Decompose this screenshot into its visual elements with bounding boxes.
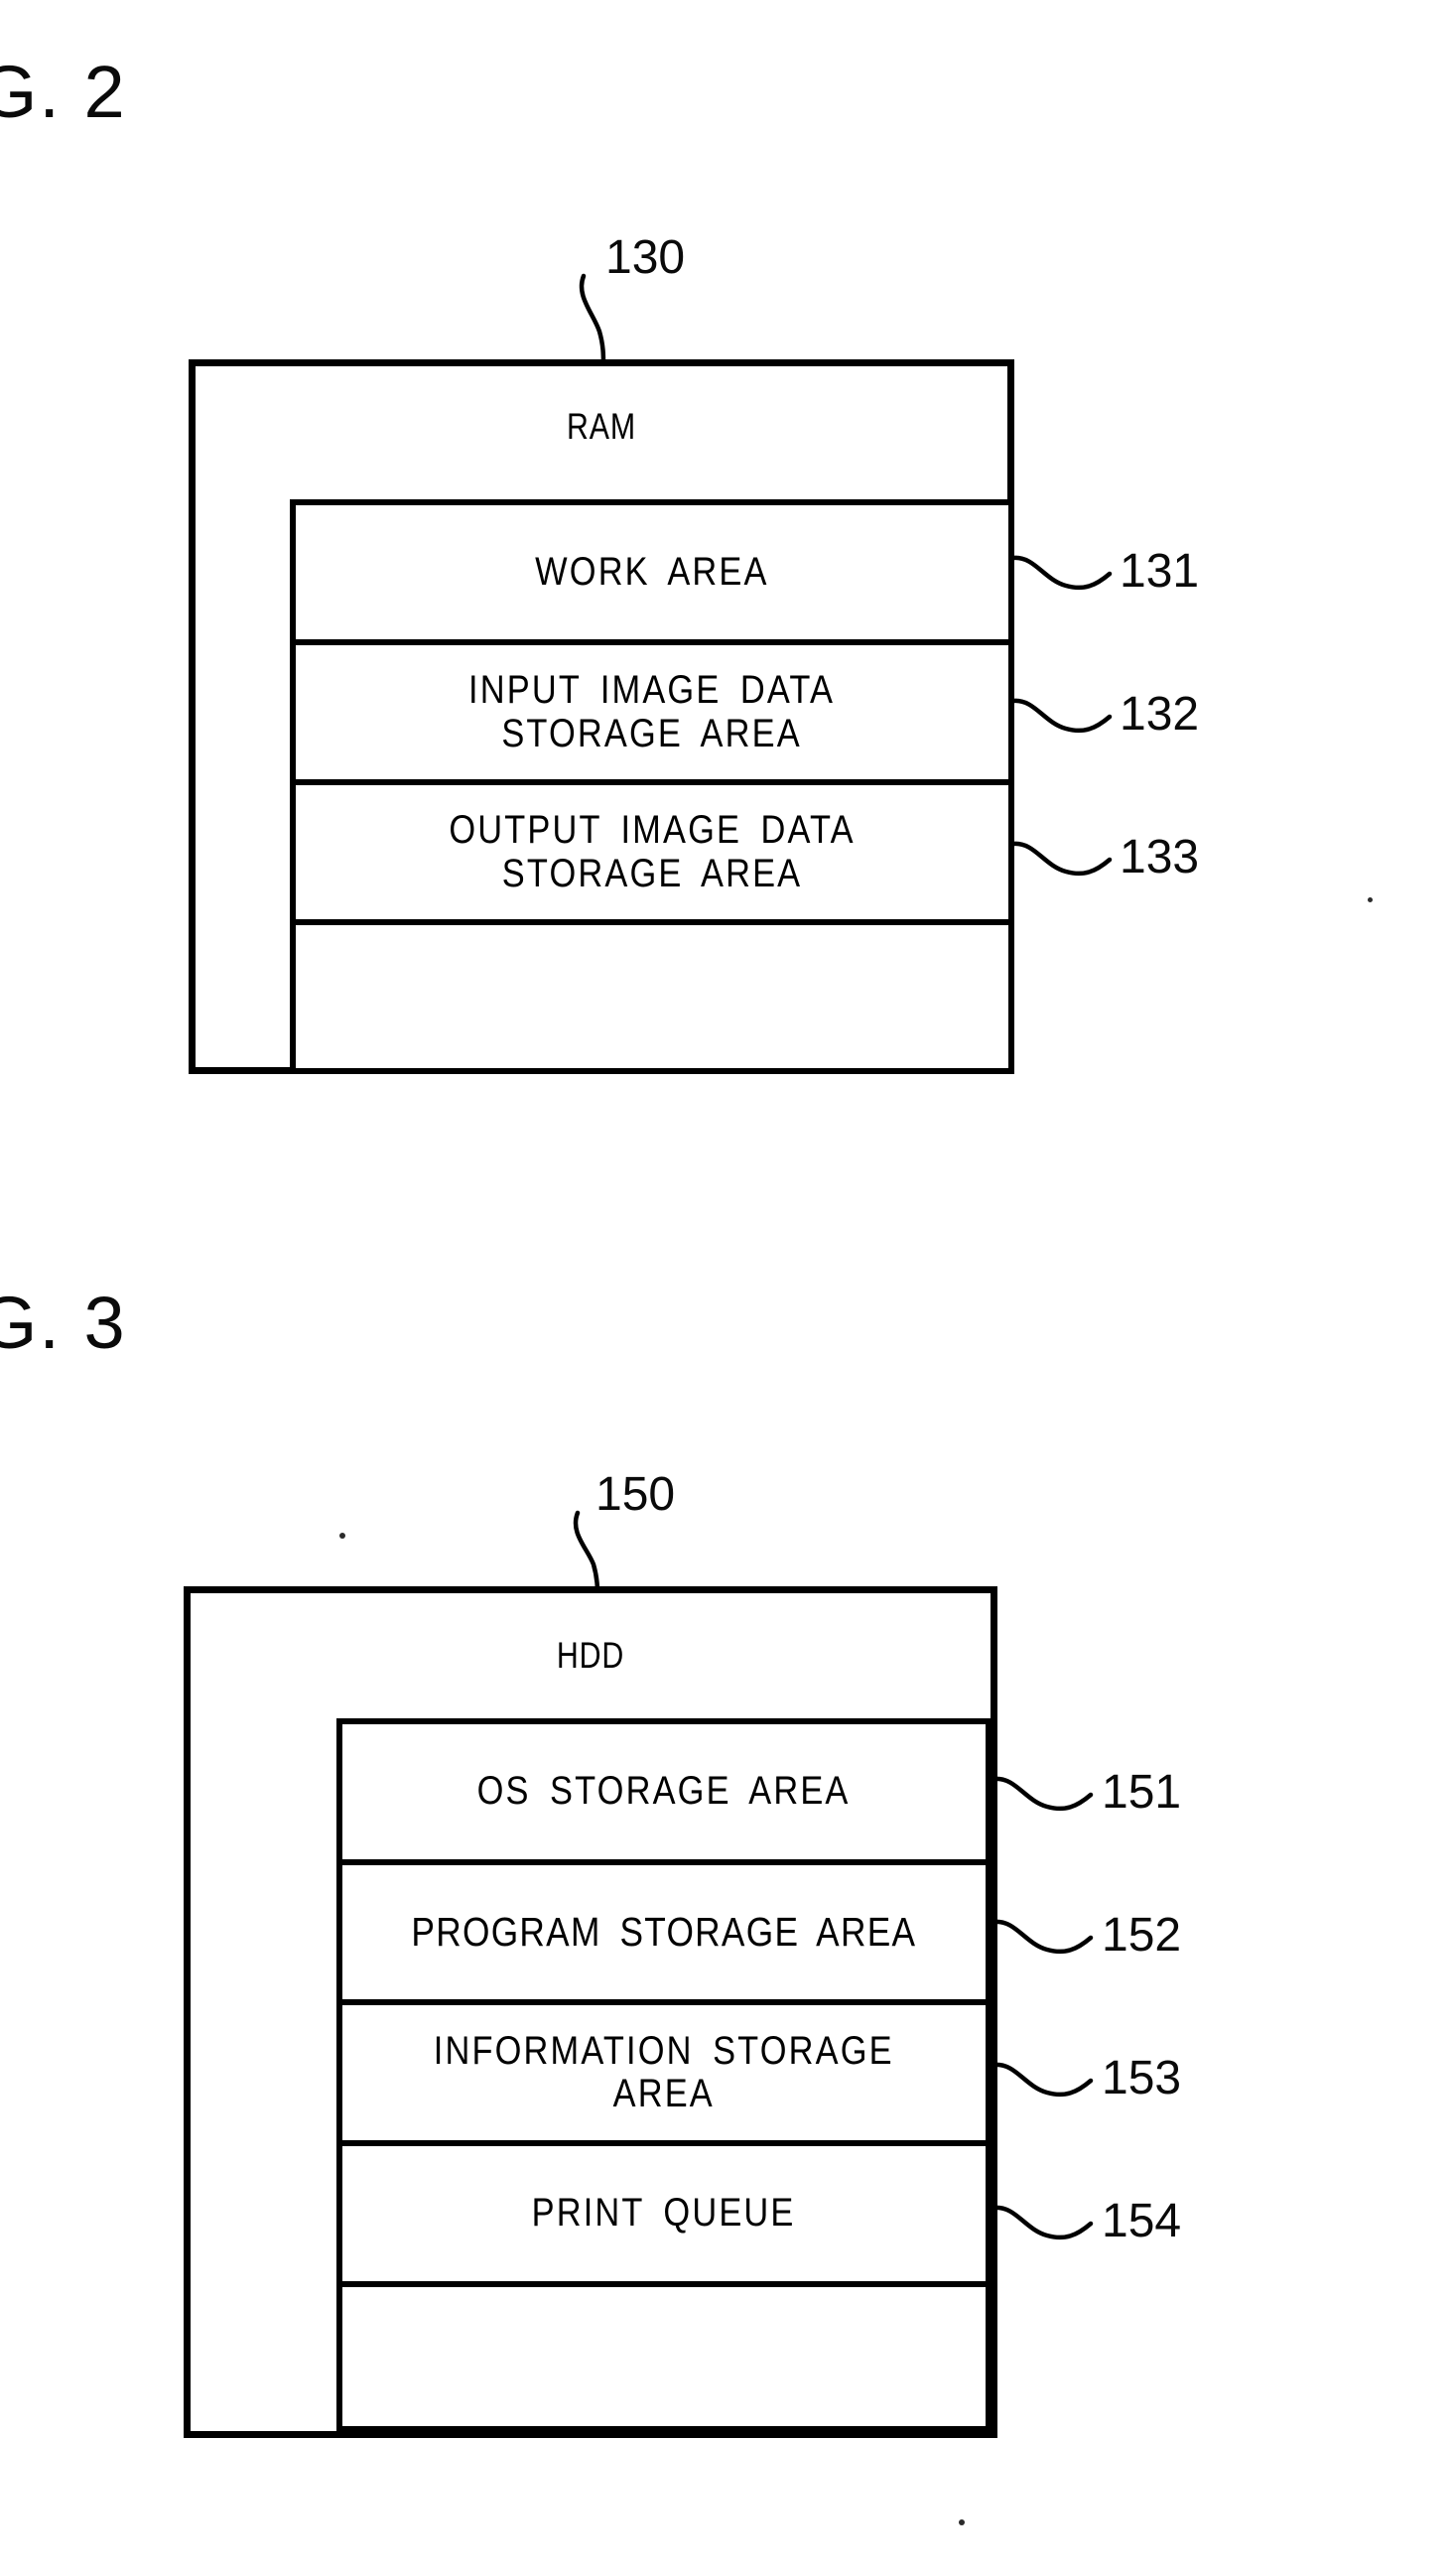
- leader-line-151: [991, 1776, 1094, 1812]
- hdd-partition-box: OS STORAGE AREA PROGRAM STORAGE AREA INF…: [336, 1718, 991, 2432]
- ram-row-empty: [296, 925, 1008, 1068]
- hdd-label: HDD: [556, 1635, 625, 1676]
- hdd-row-print-queue-label: PRINT QUEUE: [532, 2191, 796, 2236]
- hdd-row-program-storage-label: PROGRAM STORAGE AREA: [411, 1909, 917, 1956]
- scan-speck: [339, 1533, 345, 1539]
- leader-line-132: [1010, 698, 1113, 734]
- reference-numeral-152: 152: [1102, 1909, 1182, 1962]
- ram-row-work-area: WORK AREA: [296, 505, 1008, 646]
- hdd-row-information-storage-label: INFORMATION STORAGE AREA: [434, 2028, 894, 2116]
- reference-numeral-153: 153: [1102, 2052, 1182, 2104]
- hdd-row-empty: [342, 2286, 986, 2427]
- reference-numeral-133: 133: [1120, 831, 1200, 883]
- ram-row-input-image-data: INPUT IMAGE DATA STORAGE AREA: [296, 645, 1008, 786]
- ram-row-work-area-label: WORK AREA: [535, 549, 769, 594]
- leader-line-154: [991, 2205, 1094, 2240]
- leader-line-153: [991, 2062, 1094, 2098]
- leader-line-152: [991, 1919, 1094, 1955]
- patent-figure-sheet: FIG. 2 130 RAM WORK AREA INPUT IMAGE DAT…: [0, 0, 1454, 2576]
- hdd-row-program-storage: PROGRAM STORAGE AREA: [342, 1864, 986, 2006]
- ram-row-output-image-data: OUTPUT IMAGE DATA STORAGE AREA: [296, 785, 1008, 926]
- reference-numeral-150: 150: [595, 1468, 676, 1521]
- hdd-row-os-storage-label: OS STORAGE AREA: [477, 1769, 851, 1814]
- ram-label: RAM: [567, 406, 636, 447]
- scan-speck: [1368, 897, 1373, 902]
- reference-numeral-132: 132: [1120, 688, 1200, 741]
- scan-speck: [959, 2519, 965, 2525]
- reference-numeral-130: 130: [605, 231, 686, 284]
- ram-row-input-image-data-label: INPUT IMAGE DATA STORAGE AREA: [468, 668, 836, 755]
- hdd-row-information-storage: INFORMATION STORAGE AREA: [342, 2005, 986, 2146]
- leader-line-130: [579, 273, 606, 368]
- hdd-row-os-storage: OS STORAGE AREA: [342, 1724, 986, 1865]
- leader-line-131: [1010, 555, 1113, 591]
- hdd-row-print-queue: PRINT QUEUE: [342, 2145, 986, 2287]
- ram-partition-box: WORK AREA INPUT IMAGE DATA STORAGE AREA …: [290, 499, 1014, 1074]
- leader-line-133: [1010, 841, 1113, 877]
- reference-numeral-131: 131: [1120, 545, 1200, 598]
- ram-row-output-image-data-label: OUTPUT IMAGE DATA STORAGE AREA: [449, 808, 856, 895]
- reference-numeral-154: 154: [1102, 2195, 1182, 2247]
- reference-numeral-151: 151: [1102, 1766, 1182, 1819]
